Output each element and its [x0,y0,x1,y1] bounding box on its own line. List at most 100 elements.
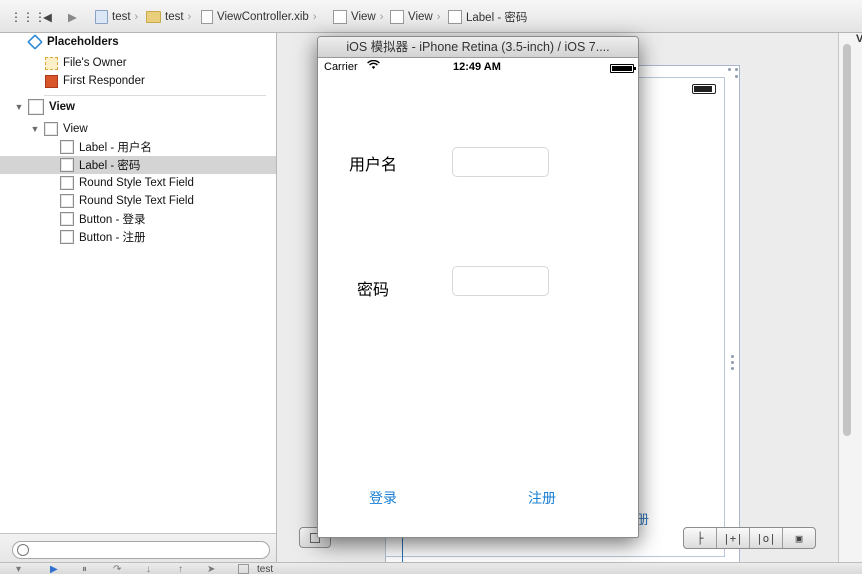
outline-item-selected[interactable]: Label - 密码 [0,156,276,174]
label-icon [448,10,462,24]
resize-handle[interactable] [731,367,734,370]
label-icon [60,140,74,154]
resizing-icon: ▣ [795,531,803,545]
chevron-right-icon: › [379,11,384,23]
resize-handle[interactable] [728,68,731,71]
back-button[interactable]: ◀ [43,8,52,26]
step-over-icon[interactable]: ↷ [113,564,121,574]
pause-icon[interactable]: ⏸ [82,564,87,574]
jumpbar-subview[interactable]: View › [390,8,440,26]
jumpbar-group-label: test [165,11,184,23]
resize-handle[interactable] [735,68,738,71]
resize-handle[interactable] [731,355,734,358]
project-icon [95,10,108,24]
document-outline: Placeholders File's Owner First Responde… [0,33,277,574]
outline-first-responder-label: First Responder [63,75,145,87]
jumpbar-label[interactable]: Label - 密码 [448,8,527,26]
outline-filter-input[interactable] [12,541,270,559]
outline-files-owner-label: File's Owner [63,57,127,69]
step-into-icon[interactable]: ↓ [146,564,151,574]
outline-first-responder[interactable]: First Responder [0,72,276,90]
chevron-right-icon: › [134,11,139,23]
location-icon[interactable]: ➤ [207,564,215,574]
outline-placeholders-label: Placeholders [47,36,119,48]
outline-files-owner[interactable]: File's Owner [0,54,276,72]
simulator-title-bar[interactable]: iOS 模拟器 - iPhone Retina (3.5-inch) / iOS… [318,37,638,58]
related-items-button[interactable]: ⋮⋮⋮ [10,8,46,26]
jumpbar-subview-label: View [408,11,433,23]
debug-bar: ▾ ▶ ⏸ ↷ ↓ ↑ ➤ test [0,562,862,574]
jump-bar: ⋮⋮⋮ ◀ ▶ test › test › ViewController.xib… [0,0,862,33]
text-field-icon [60,194,74,208]
outline-item[interactable]: Button - 登录 [0,210,276,228]
resize-handle[interactable] [731,361,734,364]
step-out-icon[interactable]: ↑ [178,564,183,574]
forward-button[interactable]: ▶ [68,8,77,26]
outline-item-label: Round Style Text Field [79,177,194,189]
login-button[interactable]: 登录 [369,488,397,508]
pin-button[interactable]: |+| [717,528,750,548]
disclosure-triangle-icon[interactable]: ▼ [14,102,24,112]
outline-separator [44,95,266,96]
filter-icon [17,544,29,556]
outline-item[interactable]: Round Style Text Field [0,192,276,210]
jumpbar-file[interactable]: ViewController.xib › [201,8,317,26]
battery-icon [610,64,636,73]
outline-item[interactable]: Label - 用户名 [0,138,276,156]
resolve-button[interactable]: |o| [750,528,783,548]
chevron-right-icon: › [312,11,317,23]
jumpbar-group[interactable]: test › [146,8,191,26]
battery-icon [692,84,716,94]
password-label: 密码 [357,280,390,299]
password-field[interactable] [452,266,549,296]
jumpbar-view-label: View [351,11,376,23]
clock-label: 12:49 AM [453,61,501,73]
outline-item-label: Button - 登录 [79,214,146,226]
jumpbar-view[interactable]: View › [333,8,383,26]
username-field[interactable] [452,147,549,177]
view-icon [28,99,44,115]
chevron-right-icon: › [187,11,192,23]
outline-item-label: Round Style Text Field [79,195,194,207]
outline-view-root[interactable]: ▼ View [0,98,276,116]
folder-icon [146,11,161,23]
outline-item-label: Label - 用户名 [79,142,152,154]
resize-handle[interactable] [735,75,738,78]
outline-placeholders-header[interactable]: Placeholders [0,33,276,51]
align-icon: ├ [696,531,704,545]
forward-arrow-icon: ▶ [68,12,77,24]
outline-item[interactable]: Button - 注册 [0,228,276,246]
resizing-button[interactable]: ▣ [783,528,815,548]
outline-item[interactable]: Round Style Text Field [0,174,276,192]
files-owner-icon [45,56,58,70]
resolve-icon: |o| [756,531,776,545]
jumpbar-project-label: test [112,11,131,23]
pin-icon: |+| [723,531,743,545]
button-icon [60,212,74,226]
wifi-icon [367,59,380,73]
align-button[interactable]: ├ [684,528,717,548]
view-icon [333,10,347,24]
disclosure-triangle-icon[interactable]: ▼ [30,124,40,134]
outline-item-label: Button - 注册 [79,232,146,244]
register-button[interactable]: 注册 [528,488,556,508]
button-icon [60,230,74,244]
scheme-label[interactable]: test [257,564,273,574]
jumpbar-label-label: Label - 密码 [466,12,528,24]
utilities-panel-letter: V [856,33,862,45]
chevron-right-icon: › [436,11,441,23]
jumpbar-project[interactable]: test › [95,8,138,26]
hide-debug-icon[interactable]: ▾ [16,564,21,574]
xib-file-icon [201,10,213,24]
carrier-label: Carrier [324,61,358,73]
breakpoint-icon[interactable]: ▶ [50,564,58,574]
ios-simulator-window[interactable]: iOS 模拟器 - iPhone Retina (3.5-inch) / iOS… [317,36,639,538]
outline-view-child-label: View [63,123,88,135]
vertical-scrollbar[interactable] [843,44,851,436]
username-label: 用户名 [349,155,398,174]
grid-icon: ⋮⋮⋮ [10,10,46,24]
view-icon [44,122,58,136]
outline-view-child[interactable]: ▼ View [0,120,276,138]
scheme-icon [238,564,249,574]
autolayout-tools: ├ |+| |o| ▣ [683,527,816,549]
